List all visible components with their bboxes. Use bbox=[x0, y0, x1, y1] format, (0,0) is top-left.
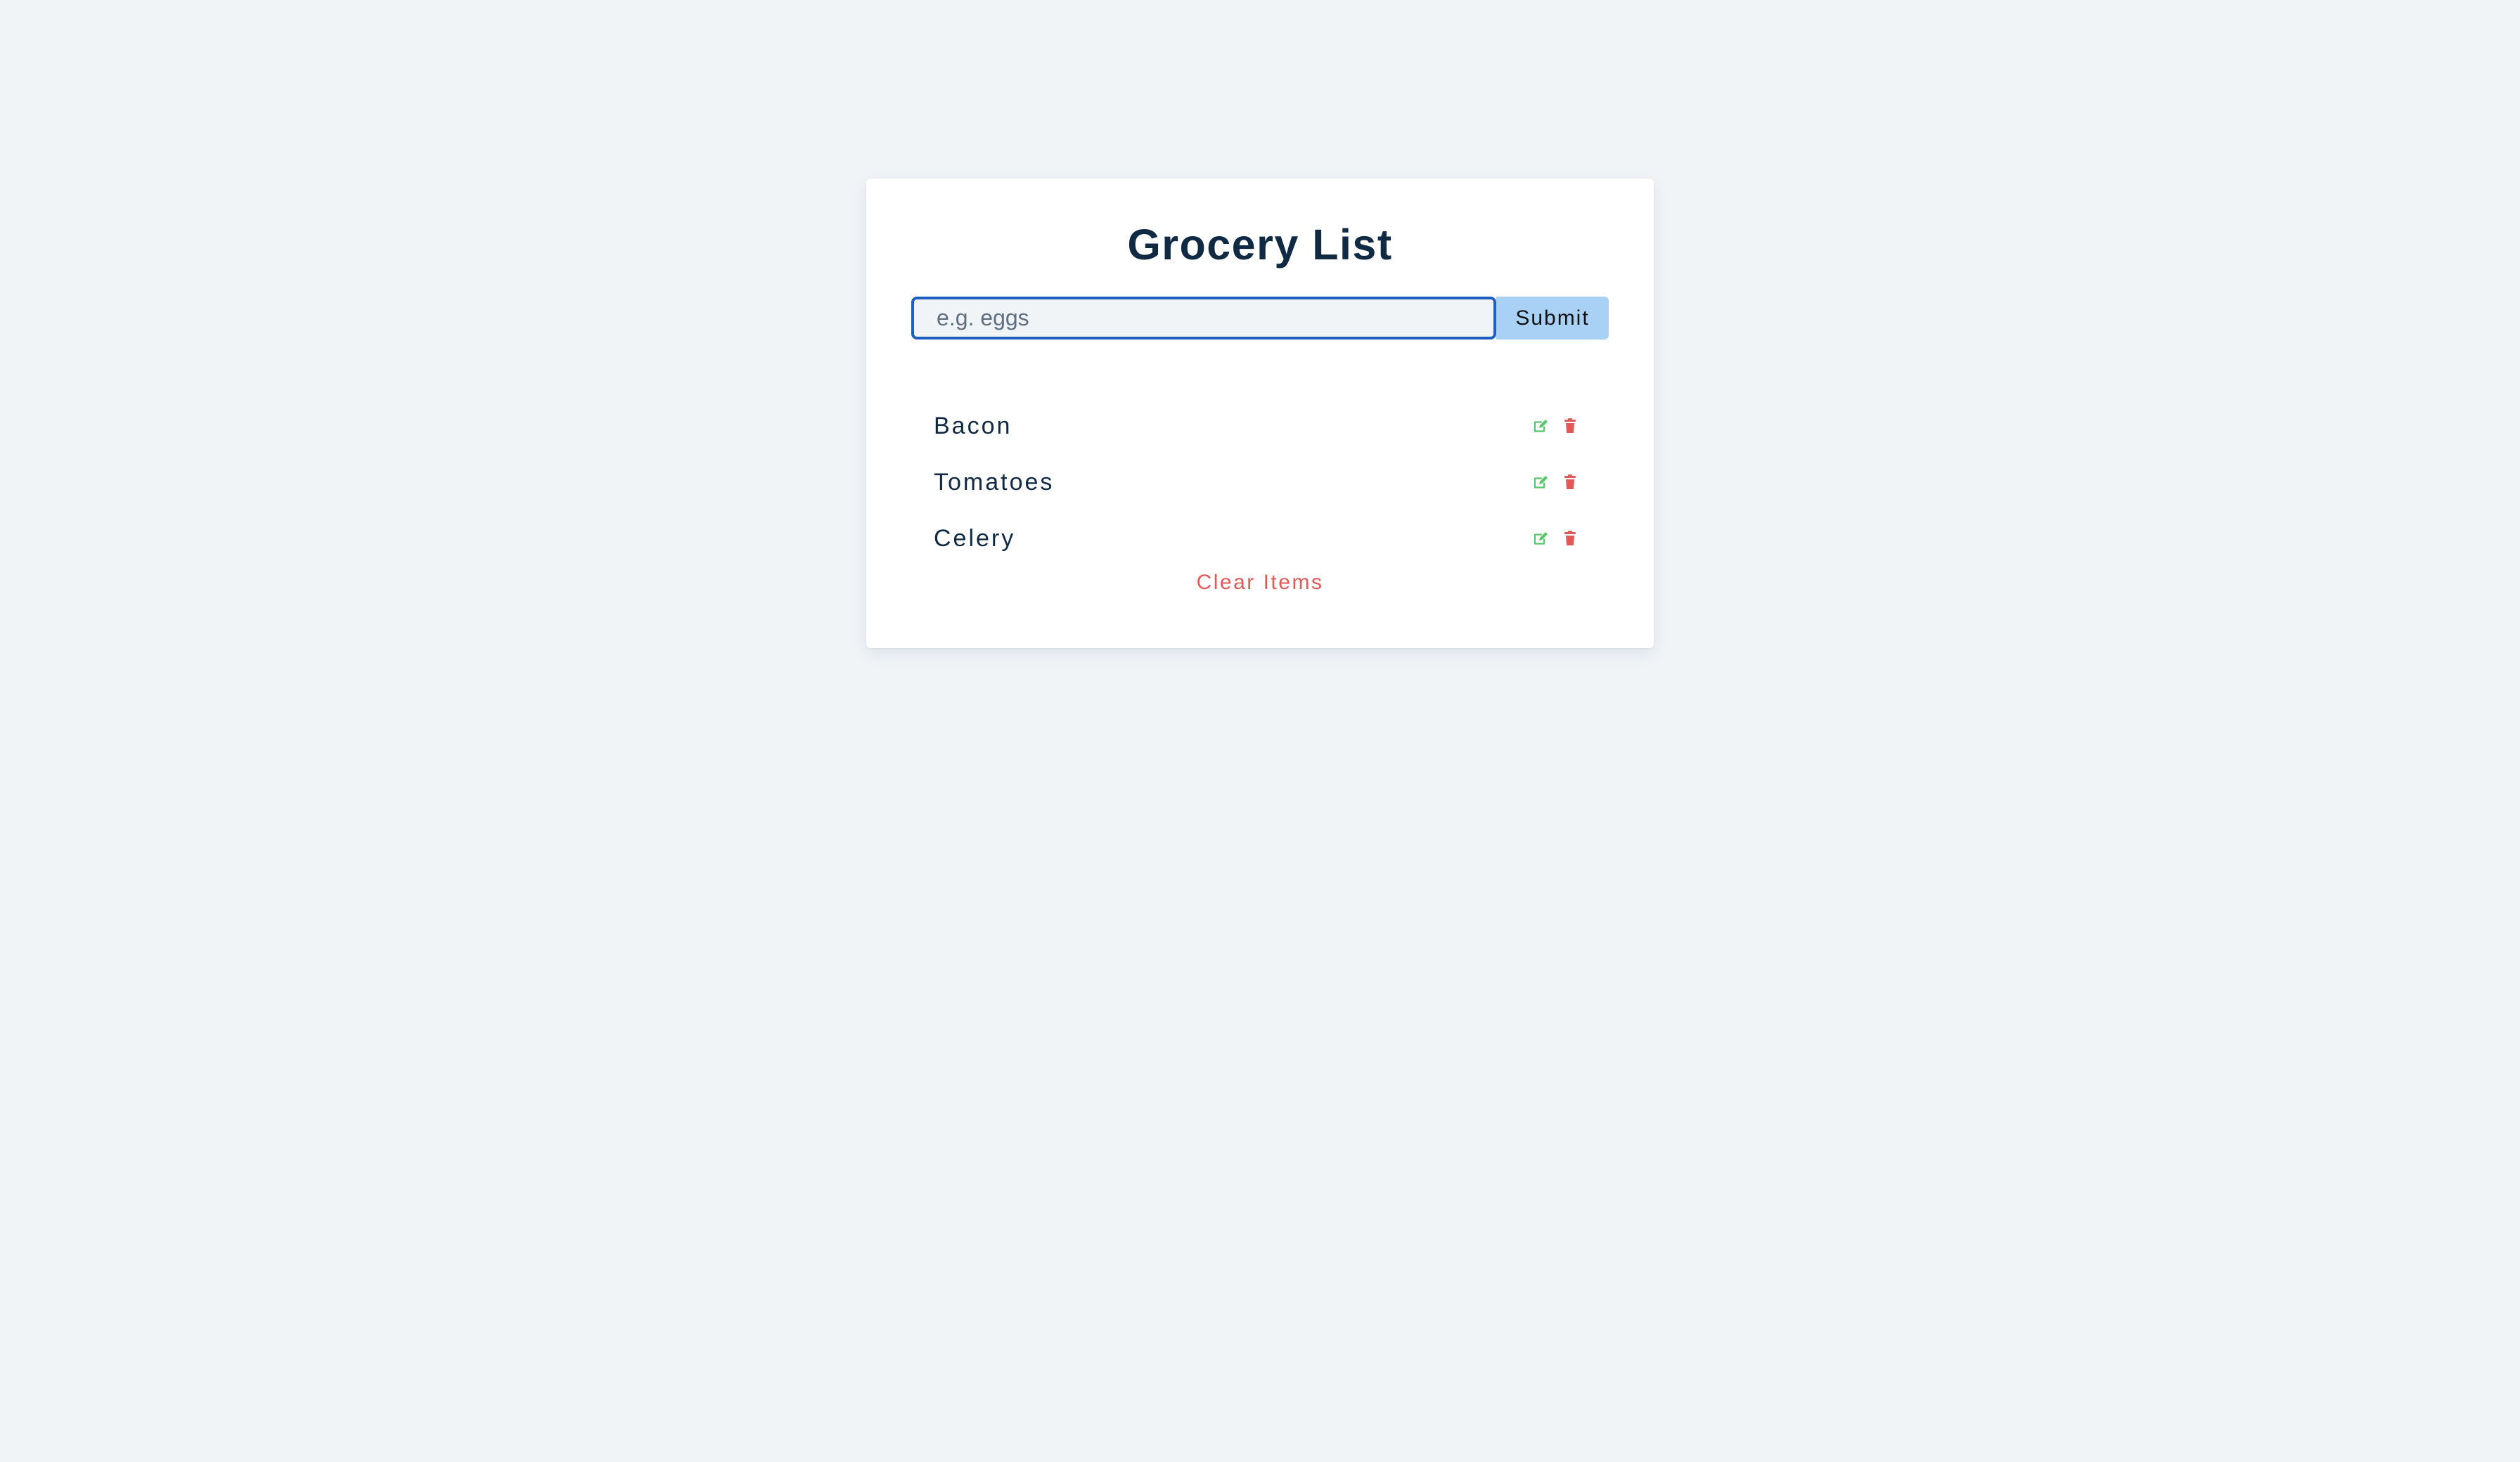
item-actions bbox=[1531, 417, 1579, 435]
item-name: Tomatoes bbox=[934, 469, 1055, 496]
edit-icon[interactable] bbox=[1531, 529, 1550, 548]
item-actions bbox=[1531, 473, 1579, 491]
edit-icon[interactable] bbox=[1531, 417, 1550, 435]
trash-icon[interactable] bbox=[1561, 473, 1579, 491]
grocery-list: Bacon Tomatoes Celery bbox=[934, 398, 1609, 567]
item-actions bbox=[1531, 529, 1579, 548]
page-title: Grocery List bbox=[1127, 221, 1393, 269]
item-name: Bacon bbox=[934, 413, 1012, 439]
trash-icon[interactable] bbox=[1561, 417, 1579, 435]
grocery-input[interactable] bbox=[911, 297, 1496, 339]
submit-button[interactable]: Submit bbox=[1496, 297, 1609, 339]
grocery-card: Grocery List Submit Bacon bbox=[866, 179, 1654, 648]
list-item: Bacon bbox=[934, 398, 1609, 454]
trash-icon[interactable] bbox=[1561, 529, 1579, 548]
grocery-form: Submit bbox=[911, 297, 1609, 339]
list-item: Tomatoes bbox=[934, 454, 1609, 510]
item-name: Celery bbox=[934, 525, 1016, 552]
clear-items-link[interactable]: Clear Items bbox=[866, 571, 1654, 595]
edit-icon[interactable] bbox=[1531, 473, 1550, 491]
list-item: Celery bbox=[934, 510, 1609, 567]
